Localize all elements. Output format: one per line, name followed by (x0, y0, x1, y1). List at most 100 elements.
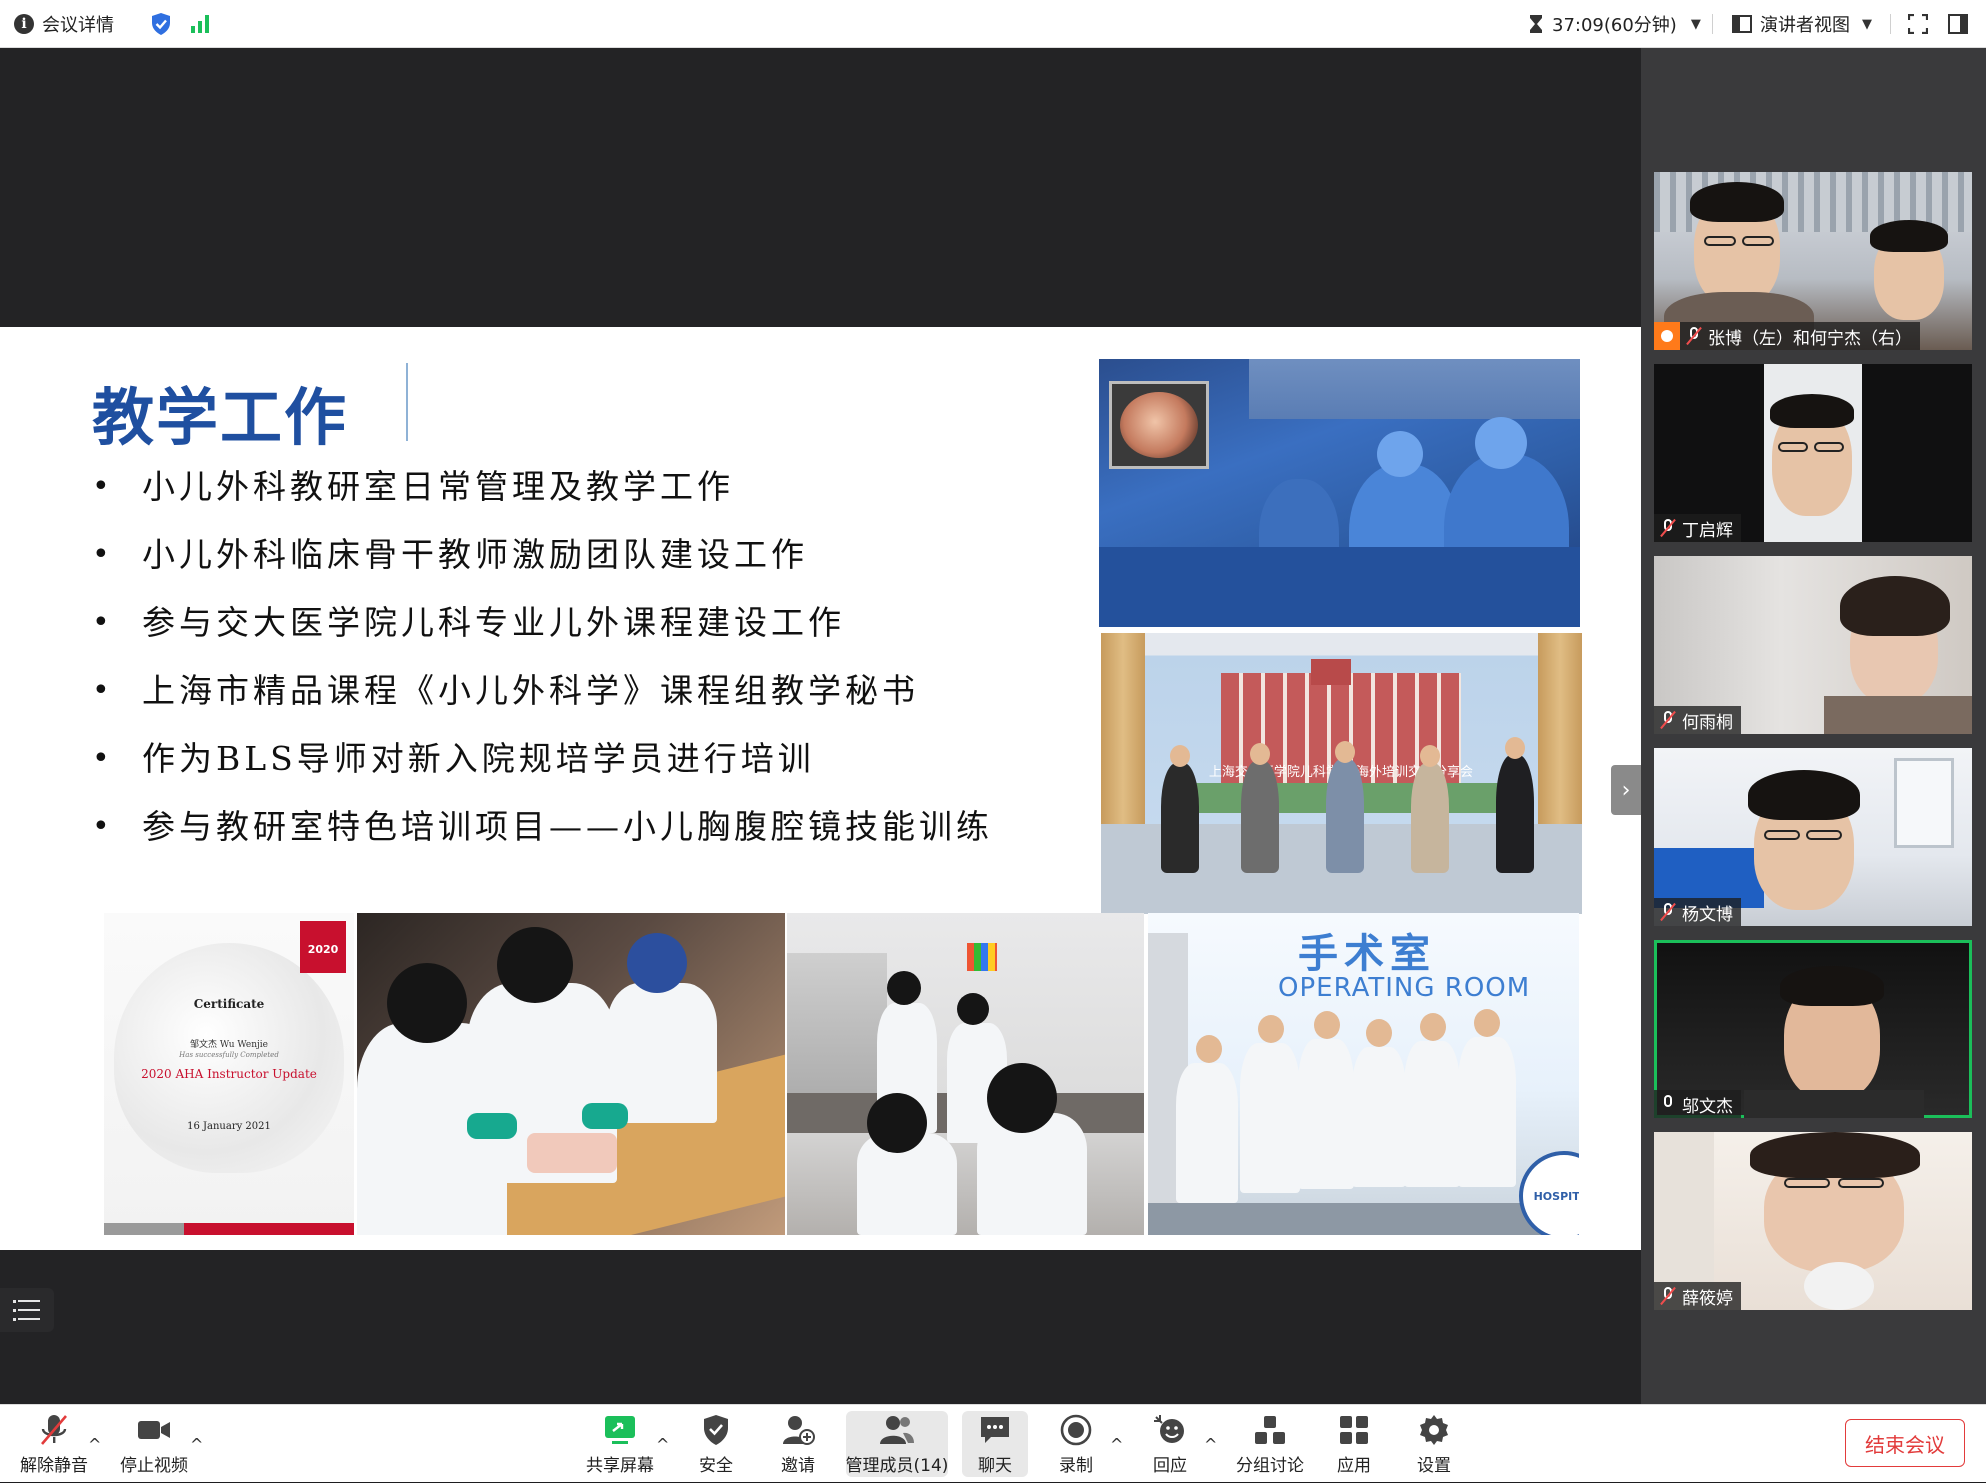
stop-video-button[interactable]: 停止视频 (112, 1405, 196, 1483)
unmute-button[interactable]: 解除静音 (12, 1405, 96, 1483)
breakout-button[interactable]: 分组讨论 (1230, 1405, 1310, 1483)
bullet-item: 小儿外科临床骨干教师激励团队建设工作 (92, 535, 993, 603)
security-button[interactable]: 安全 (686, 1405, 746, 1483)
chat-button[interactable]: 聊天 (962, 1411, 1028, 1477)
participant-name: 丁启辉 (1682, 520, 1733, 541)
chevron-down-icon[interactable]: ▼ (1691, 17, 1701, 32)
head (1196, 1035, 1222, 1063)
end-meeting-button[interactable]: 结束会议 (1845, 1419, 1965, 1467)
shirt (1744, 1090, 1924, 1118)
chat-bubble-icon (977, 1413, 1013, 1447)
surgeon-cap (1475, 417, 1527, 469)
mic-muted-icon (36, 1413, 72, 1447)
mic-on-icon (1660, 1095, 1676, 1113)
participant-label: 何雨桐 (1654, 706, 1741, 734)
hair (987, 1063, 1057, 1133)
meeting-info-button[interactable]: i 会议详情 (14, 0, 114, 48)
hair (1748, 770, 1860, 820)
chevron-up-icon[interactable]: ^ (1204, 1435, 1217, 1454)
suture-training-photo (357, 913, 785, 1235)
glasses (1838, 1178, 1884, 1188)
shared-screen-stage: 教学工作 小儿外科教研室日常管理及教学工作 小儿外科临床骨干教师激励团队建设工作… (0, 48, 1641, 1404)
slide-title: 教学工作 (92, 381, 349, 454)
participant-tile[interactable]: 杨文博 (1654, 748, 1972, 926)
participant-name: 杨文博 (1682, 904, 1733, 925)
security-shield-icon[interactable] (150, 0, 172, 48)
lab-coat (1404, 1041, 1460, 1187)
share-screen-button[interactable]: 共享屏幕 (578, 1405, 662, 1483)
chevron-up-icon[interactable]: ^ (190, 1435, 203, 1454)
record-button[interactable]: 录制 (1046, 1405, 1106, 1483)
participant-tile-active-speaker[interactable]: 邬文杰 (1654, 940, 1972, 1118)
hair (387, 963, 467, 1043)
bls-training-photo (787, 913, 1144, 1235)
manage-members-button[interactable]: 管理成员(14) (846, 1411, 948, 1477)
chevron-up-icon[interactable]: ^ (656, 1435, 669, 1454)
lab-coat (1352, 1047, 1406, 1187)
participant-tile[interactable]: 薛筱婷 (1654, 1132, 1972, 1310)
apps-button[interactable]: 应用 (1324, 1405, 1384, 1483)
bullet-item: 上海市精品课程《小儿外科学》课程组教学秘书 (92, 671, 993, 739)
chevron-down-icon[interactable]: ▼ (1862, 17, 1872, 32)
chevron-up-icon[interactable]: ^ (88, 1435, 101, 1454)
head (1314, 1011, 1340, 1039)
reactions-label: 回应 (1153, 1456, 1187, 1476)
mic-muted-icon (1686, 326, 1702, 346)
network-signal-icon[interactable] (190, 0, 212, 48)
mic-muted-icon (1660, 1286, 1676, 1306)
next-slide-arrow-icon[interactable]: › (1611, 765, 1641, 815)
side-panel-toggle[interactable] (1948, 0, 1968, 48)
shirt (1824, 696, 1972, 734)
shield-icon (698, 1413, 734, 1447)
invite-button[interactable]: 邀请 (768, 1405, 828, 1483)
participant-label: 丁启辉 (1654, 514, 1741, 542)
layout-icon (1732, 15, 1752, 33)
settings-button[interactable]: 设置 (1404, 1405, 1464, 1483)
sidebar-icon (1948, 14, 1968, 34)
participant-tile[interactable]: 何雨桐 (1654, 556, 1972, 734)
participant-label: 邬文杰 (1654, 1090, 1741, 1118)
members-icon (879, 1413, 915, 1447)
monitor (1109, 381, 1209, 469)
glasses (1764, 830, 1800, 840)
breakout-rooms-icon (1252, 1413, 1288, 1447)
head (1250, 743, 1270, 765)
certificate-course: 2020 AHA Instructor Update (141, 1067, 317, 1081)
meeting-toolbar: 解除静音 ^ 停止视频 ^ 共享屏幕 ^ 安全 邀请 管理成员(14) 聊天 录… (0, 1404, 1986, 1482)
participant-label: 薛筱婷 (1654, 1282, 1741, 1310)
fullscreen-icon (1908, 14, 1928, 34)
seminar-photo: 上海交大医学院儿科学院 海外培训交流分享会 (1101, 633, 1582, 914)
participant-tile[interactable]: 张博（左）和何宁杰（右） (1654, 172, 1972, 350)
unmute-label: 解除静音 (20, 1456, 88, 1476)
participant-name: 何雨桐 (1682, 712, 1733, 733)
participant-label: 张博（左）和何宁杰（右） (1654, 322, 1920, 350)
fullscreen-button[interactable] (1908, 0, 1928, 48)
add-user-icon (780, 1413, 816, 1447)
chat-label: 聊天 (978, 1456, 1012, 1476)
gear-icon (1416, 1413, 1452, 1447)
presentation-slide: 教学工作 小儿外科教研室日常管理及教学工作 小儿外科临床骨干教师激励团队建设工作… (0, 327, 1641, 1250)
list-line (18, 1300, 40, 1302)
person (1496, 755, 1534, 873)
certificate-heading: Certificate (193, 997, 265, 1011)
info-icon: i (14, 14, 34, 34)
reactions-button[interactable]: 回应 (1140, 1405, 1200, 1483)
chevron-up-icon[interactable]: ^ (1110, 1435, 1123, 1454)
participant-tile[interactable]: 丁启辉 (1654, 364, 1972, 542)
hair (1770, 394, 1854, 428)
glove (467, 1113, 517, 1139)
bullet-item: 小儿外科教研室日常管理及教学工作 (92, 467, 993, 535)
head (1420, 1013, 1446, 1041)
participant-name: 邬文杰 (1682, 1096, 1733, 1117)
certificate-photo: 2020 Certificate 邹文杰 Wu Wenjie Has succe… (104, 913, 354, 1235)
bullet-item: 参与交大医学院儿科专业儿外课程建设工作 (92, 603, 993, 671)
floor (1148, 1203, 1579, 1235)
meeting-timer[interactable]: 37:09(60分钟) ▼ (1528, 0, 1701, 48)
aha-logo: 2020 (300, 921, 346, 973)
head (1474, 1009, 1500, 1037)
head (1335, 741, 1355, 763)
head (1170, 745, 1190, 767)
view-mode-button[interactable]: 演讲者视图 ▼ (1732, 0, 1872, 48)
list-menu-icon[interactable] (0, 1288, 54, 1332)
hair (867, 1093, 927, 1153)
